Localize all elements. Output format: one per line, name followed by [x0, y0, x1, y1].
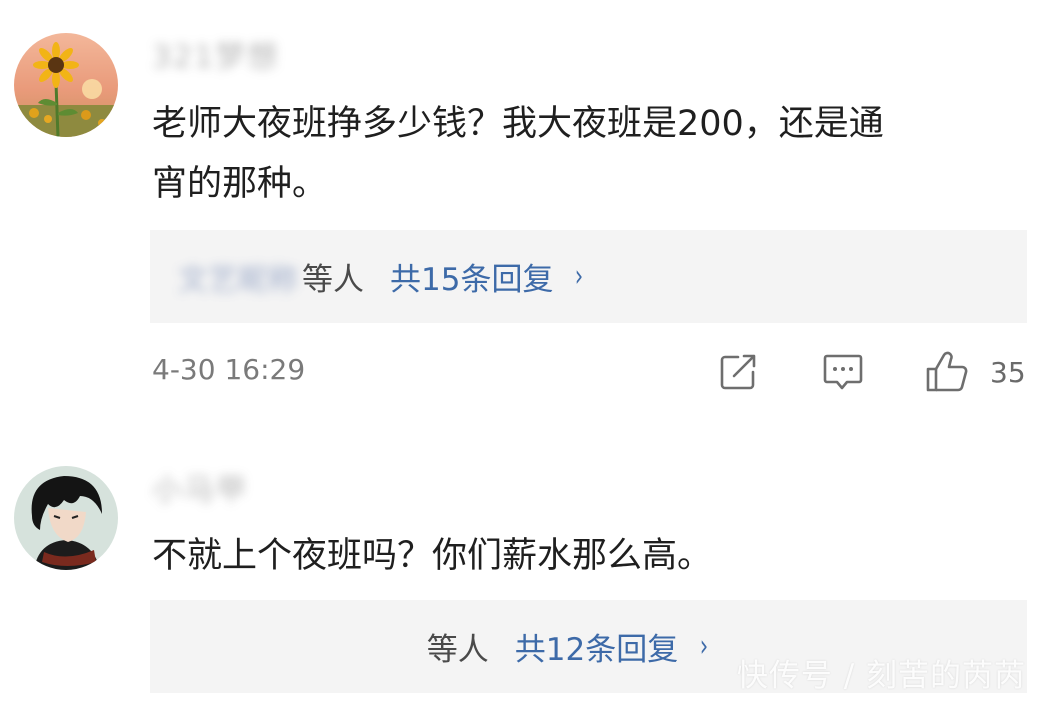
- chevron-right-icon: ›: [575, 259, 584, 294]
- watermark-text: 快传号 / 刻苦的芮芮: [736, 658, 1026, 694]
- reply-count-link[interactable]: 共12条回复: [515, 624, 678, 669]
- comment-text-line: 宵的那种。: [152, 164, 328, 204]
- username[interactable]: 小马甲: [152, 468, 248, 508]
- comment-timestamp: 4-30 16:29: [152, 353, 306, 386]
- username-text: 小马甲: [152, 473, 248, 508]
- reply-others-label: 等人: [426, 632, 489, 668]
- comment-text: 老师大夜班挣多少钱？我大夜班是200，还是通 宵的那种。: [152, 94, 1027, 214]
- like-button[interactable]: 35: [924, 349, 1026, 395]
- reply-count-link[interactable]: 共15条回复: [390, 254, 553, 299]
- username[interactable]: 321梦想: [152, 35, 280, 75]
- comment-icon: [823, 354, 863, 390]
- username-text: 321梦想: [152, 40, 280, 75]
- share-button[interactable]: [716, 349, 760, 395]
- like-icon: [926, 351, 968, 392]
- view-replies-button[interactable]: 文艺昵称 等人 共15条回复 ›: [150, 230, 1027, 323]
- comment-list: 321梦想 老师大夜班挣多少钱？我大夜班是200，还是通 宵的那种。 文艺昵称 …: [0, 0, 1040, 701]
- comment-text: 不就上个夜班吗？你们薪水那么高。: [152, 526, 1027, 586]
- reply-others-label: 等人: [302, 262, 364, 298]
- avatar[interactable]: [14, 33, 118, 137]
- sunflower-avatar-image: [14, 33, 118, 137]
- like-count: 35: [990, 355, 1026, 389]
- anime-boy-avatar-image: [14, 466, 118, 570]
- comment-item: 321梦想 老师大夜班挣多少钱？我大夜班是200，还是通 宵的那种。 文艺昵称 …: [0, 0, 1040, 420]
- comment-text-line: 老师大夜班挣多少钱？我大夜班是200，还是通: [152, 104, 884, 144]
- share-icon: [720, 354, 756, 390]
- avatar[interactable]: [14, 466, 118, 570]
- chevron-right-icon: ›: [700, 629, 709, 664]
- comment-meta-row: 4-30 16:29 35: [0, 345, 1040, 399]
- comment-text-line: 不就上个夜班吗？你们薪水那么高。: [152, 536, 713, 576]
- comment-button[interactable]: [820, 349, 866, 395]
- replier-names: 文艺昵称: [178, 262, 298, 298]
